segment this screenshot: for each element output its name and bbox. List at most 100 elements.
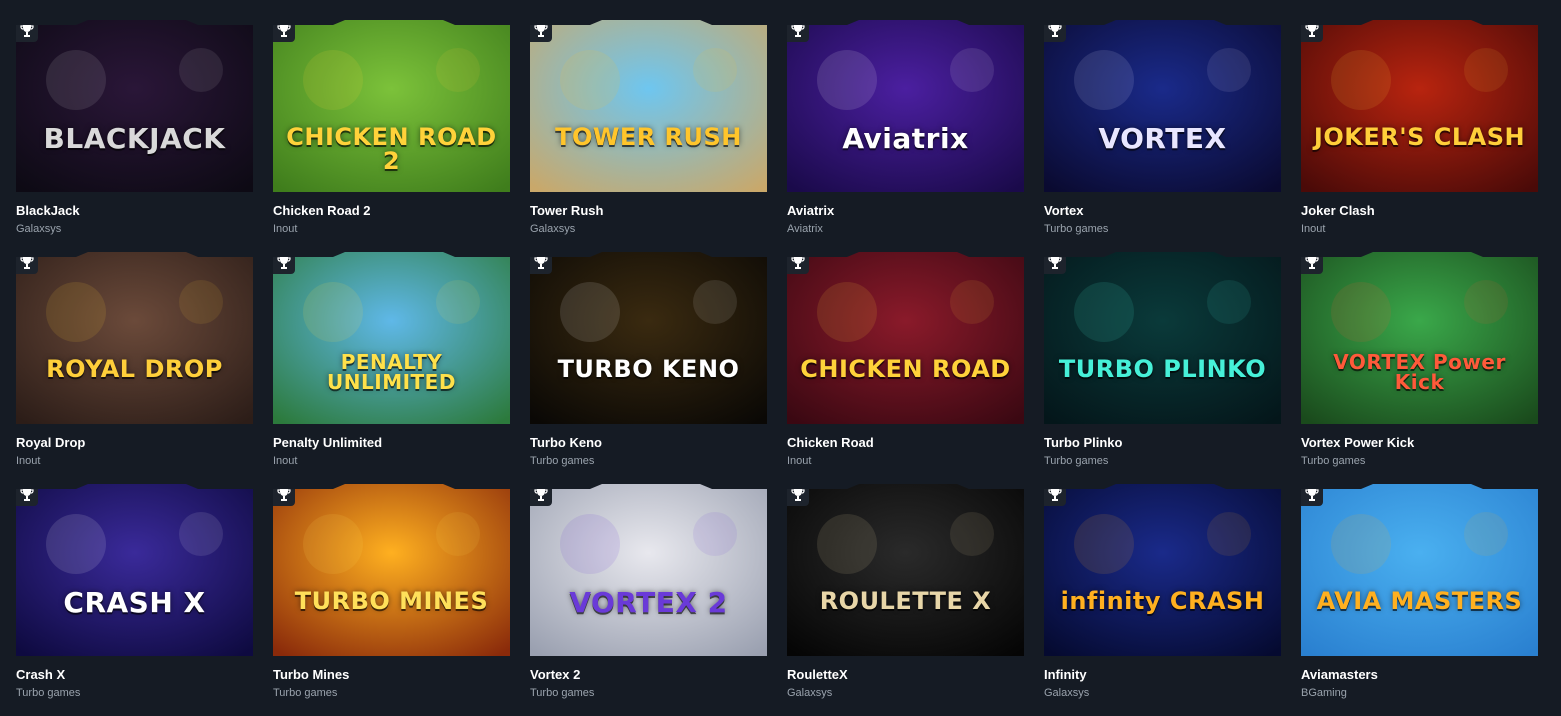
- game-name[interactable]: Royal Drop: [16, 435, 253, 450]
- trophy-icon: [273, 20, 295, 42]
- game-thumbnail[interactable]: CRASH X: [16, 484, 253, 656]
- trophy-icon: [1044, 484, 1066, 506]
- thumbnail-title-art: TURBO PLINKO: [1058, 355, 1267, 383]
- game-name[interactable]: Chicken Road: [787, 435, 1024, 450]
- game-card[interactable]: PENALTY UNLIMITED Penalty Unlimited Inout: [273, 252, 510, 477]
- game-thumbnail[interactable]: TOWER RUSH: [530, 20, 767, 192]
- thumbnail-art: [273, 252, 510, 424]
- trophy-icon: [1301, 484, 1323, 506]
- thumbnail-art: [1044, 484, 1281, 656]
- trophy-icon: [530, 20, 552, 42]
- game-card[interactable]: ROYAL DROP Royal Drop Inout: [16, 252, 253, 477]
- thumbnail-title-art: VORTEX 2: [569, 586, 728, 619]
- thumbnail-title-art: VORTEX: [1098, 122, 1227, 155]
- game-card[interactable]: BLACKJACK BlackJack Galaxsys: [16, 20, 253, 245]
- thumbnail-art: [530, 252, 767, 424]
- game-thumbnail[interactable]: BLACKJACK: [16, 20, 253, 192]
- game-name[interactable]: Penalty Unlimited: [273, 435, 510, 450]
- thumbnail-title-art: ROYAL DROP: [46, 355, 223, 383]
- game-name[interactable]: Crash X: [16, 667, 253, 682]
- game-card[interactable]: VORTEX Power Kick Vortex Power Kick Turbo …: [1301, 252, 1538, 477]
- game-provider: BGaming: [1301, 687, 1347, 699]
- game-thumbnail[interactable]: VORTEX: [1044, 20, 1281, 192]
- thumbnail-art: [273, 484, 510, 656]
- game-provider: Galaxsys: [530, 223, 576, 235]
- game-thumbnail[interactable]: TURBO MINES: [273, 484, 510, 656]
- game-provider: Galaxsys: [16, 223, 62, 235]
- game-provider: Turbo games: [16, 687, 81, 699]
- thumbnail-title-art: TURBO MINES: [294, 587, 489, 615]
- game-card[interactable]: TURBO PLINKO Turbo Plinko Turbo games: [1044, 252, 1281, 477]
- trophy-icon: [16, 252, 38, 274]
- game-thumbnail[interactable]: CHICKEN ROAD 2: [273, 20, 510, 192]
- game-card[interactable]: ROULETTE X RouletteX Galaxsys: [787, 484, 1024, 709]
- trophy-icon: [273, 484, 295, 506]
- game-name[interactable]: Tower Rush: [530, 203, 767, 218]
- game-card[interactable]: infinity CRASH Infinity Galaxsys: [1044, 484, 1281, 709]
- game-card[interactable]: AVIA MASTERS Aviamasters BGaming: [1301, 484, 1538, 709]
- game-card[interactable]: CHICKEN ROAD Chicken Road Inout: [787, 252, 1024, 477]
- game-card[interactable]: CHICKEN ROAD 2 Chicken Road 2 Inout: [273, 20, 510, 245]
- game-provider: Inout: [1301, 223, 1326, 235]
- game-card[interactable]: Aviatrix Aviatrix Aviatrix: [787, 20, 1024, 245]
- thumbnail-title-art: VORTEX Power Kick: [1333, 350, 1506, 394]
- trophy-icon: [1044, 20, 1066, 42]
- game-name[interactable]: Vortex Power Kick: [1301, 435, 1538, 450]
- thumbnail-art: [530, 484, 767, 656]
- trophy-icon: [530, 252, 552, 274]
- game-card[interactable]: JOKER'S CLASH Joker Clash Inout: [1301, 20, 1538, 245]
- game-card[interactable]: TOWER RUSH Tower Rush Galaxsys: [530, 20, 767, 245]
- game-thumbnail[interactable]: VORTEX Power Kick: [1301, 252, 1538, 424]
- game-card[interactable]: TURBO MINES Turbo Mines Turbo games: [273, 484, 510, 709]
- game-provider: Turbo games: [1044, 223, 1109, 235]
- game-thumbnail[interactable]: JOKER'S CLASH: [1301, 20, 1538, 192]
- thumbnail-title-art: AVIA MASTERS: [1316, 587, 1523, 615]
- game-name[interactable]: Joker Clash: [1301, 203, 1538, 218]
- game-name[interactable]: Infinity: [1044, 667, 1281, 682]
- game-card[interactable]: CRASH X Crash X Turbo games: [16, 484, 253, 709]
- trophy-icon: [787, 252, 809, 274]
- thumbnail-art: [787, 252, 1024, 424]
- thumbnail-title-art: CRASH X: [63, 586, 206, 619]
- game-thumbnail[interactable]: Aviatrix: [787, 20, 1024, 192]
- game-provider: Inout: [273, 455, 298, 467]
- thumbnail-art: [787, 484, 1024, 656]
- trophy-icon: [1301, 20, 1323, 42]
- game-name[interactable]: Turbo Keno: [530, 435, 767, 450]
- game-thumbnail[interactable]: AVIA MASTERS: [1301, 484, 1538, 656]
- game-name[interactable]: Vortex: [1044, 203, 1281, 218]
- game-provider: Turbo games: [1301, 455, 1366, 467]
- game-thumbnail[interactable]: infinity CRASH: [1044, 484, 1281, 656]
- trophy-icon: [1301, 252, 1323, 274]
- game-card[interactable]: TURBO KENO Turbo Keno Turbo games: [530, 252, 767, 477]
- thumbnail-art: [1044, 252, 1281, 424]
- game-provider: Turbo games: [273, 687, 338, 699]
- game-card[interactable]: VORTEX 2 Vortex 2 Turbo games: [530, 484, 767, 709]
- thumbnail-art: [16, 484, 253, 656]
- trophy-icon: [16, 20, 38, 42]
- thumbnail-art: [1044, 20, 1281, 192]
- game-name[interactable]: Chicken Road 2: [273, 203, 510, 218]
- game-name[interactable]: Turbo Plinko: [1044, 435, 1281, 450]
- game-name[interactable]: Turbo Mines: [273, 667, 510, 682]
- game-thumbnail[interactable]: TURBO KENO: [530, 252, 767, 424]
- game-name[interactable]: Vortex 2: [530, 667, 767, 682]
- trophy-icon: [273, 252, 295, 274]
- game-name[interactable]: BlackJack: [16, 203, 253, 218]
- game-name[interactable]: Aviatrix: [787, 203, 1024, 218]
- game-name[interactable]: RouletteX: [787, 667, 1024, 682]
- trophy-icon: [530, 484, 552, 506]
- game-thumbnail[interactable]: PENALTY UNLIMITED: [273, 252, 510, 424]
- game-thumbnail[interactable]: ROYAL DROP: [16, 252, 253, 424]
- game-card[interactable]: VORTEX Vortex Turbo games: [1044, 20, 1281, 245]
- game-provider: Turbo games: [530, 455, 595, 467]
- games-grid: BLACKJACK BlackJack Galaxsys CHICKEN ROAD 2…: [16, 20, 1538, 716]
- thumbnail-art: [1301, 20, 1538, 192]
- game-name[interactable]: Aviamasters: [1301, 667, 1538, 682]
- game-thumbnail[interactable]: TURBO PLINKO: [1044, 252, 1281, 424]
- game-thumbnail[interactable]: VORTEX 2: [530, 484, 767, 656]
- game-thumbnail[interactable]: ROULETTE X: [787, 484, 1024, 656]
- thumbnail-art: [530, 20, 767, 192]
- thumbnail-title-art: PENALTY UNLIMITED: [327, 350, 456, 394]
- game-thumbnail[interactable]: CHICKEN ROAD: [787, 252, 1024, 424]
